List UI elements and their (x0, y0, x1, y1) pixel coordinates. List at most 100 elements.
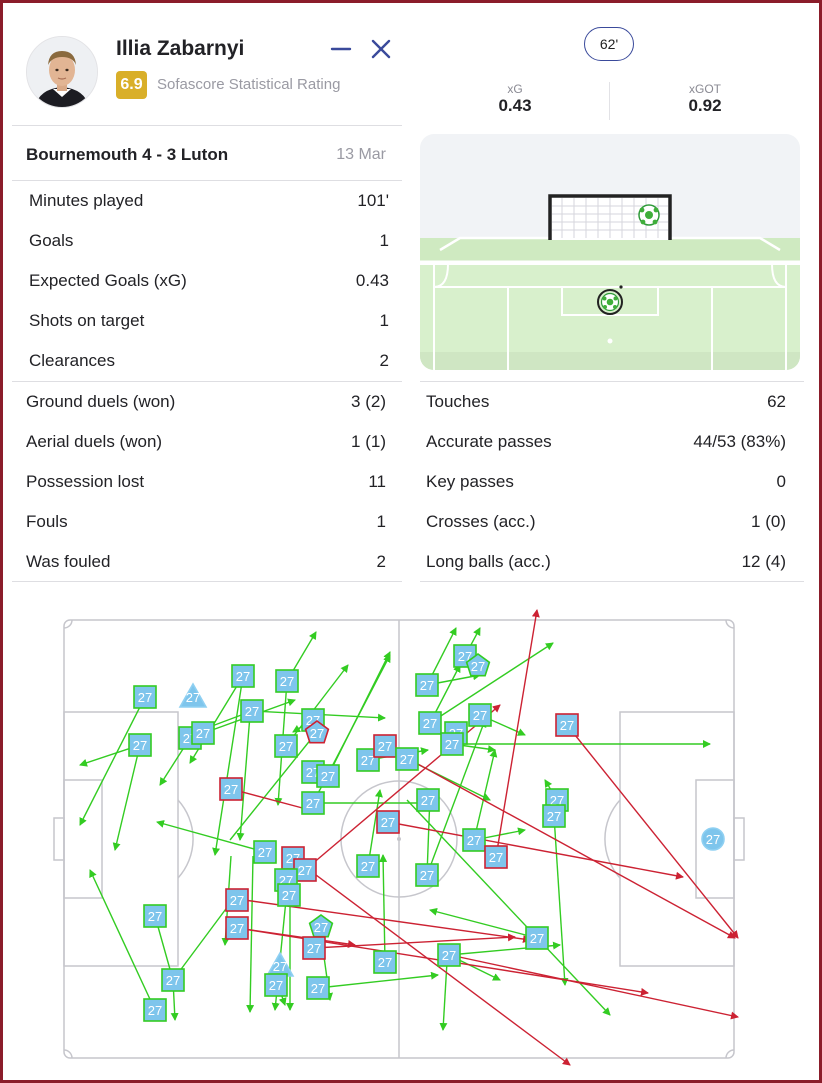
player-action-marker[interactable]: 27 (161, 968, 185, 992)
marker-number: 27 (420, 868, 434, 883)
unsuccessful-pass-arrow (313, 933, 516, 949)
divider (12, 581, 402, 582)
shot-minute-badge[interactable]: 62' (584, 27, 634, 61)
rating-label: Sofascore Statistical Rating (157, 76, 341, 93)
successful-pass-arrow (317, 971, 439, 989)
player-action-marker[interactable]: 27 (308, 914, 334, 938)
player-action-marker[interactable]: 27 (225, 916, 249, 940)
stat-label: Accurate passes (426, 432, 552, 451)
marker-number: 27 (148, 1003, 162, 1018)
rating-badge: 6.9 (116, 71, 147, 99)
successful-pass-arrow (473, 749, 498, 841)
marker-number: 27 (361, 753, 375, 768)
stat-row: Fouls 1 (26, 512, 386, 536)
player-action-marker[interactable]: 27 (373, 950, 397, 974)
player-action-marker[interactable]: 27 (301, 791, 325, 815)
stat-row: Ground duels (won) 3 (2) (26, 392, 386, 416)
player-action-marker[interactable]: 27 (542, 804, 566, 828)
player-action-marker[interactable]: 27 (316, 764, 340, 788)
stat-label: Expected Goals (xG) (29, 271, 187, 290)
player-action-marker[interactable]: 27 (265, 951, 295, 977)
stat-value: 12 (4) (741, 552, 786, 571)
stat-label: Was fouled (26, 552, 111, 571)
marker-number: 27 (282, 888, 296, 903)
player-action-marker[interactable]: 27 (701, 827, 725, 851)
marker-number: 27 (133, 738, 147, 753)
player-action-marker[interactable]: 27 (416, 788, 440, 812)
marker-number: 27 (273, 959, 287, 974)
stat-row: Possession lost 11 (26, 472, 386, 496)
close-button[interactable] (368, 36, 394, 62)
player-action-marker[interactable]: 27 (395, 747, 419, 771)
player-action-marker[interactable]: 27 (415, 673, 439, 697)
marker-number: 27 (298, 863, 312, 878)
marker-number: 27 (311, 981, 325, 996)
stat-value: 0.43 (355, 271, 389, 290)
divider (420, 581, 804, 582)
marker-number: 27 (138, 690, 152, 705)
player-action-marker[interactable]: 27 (191, 721, 215, 745)
marker-number: 27 (547, 809, 561, 824)
player-action-marker[interactable]: 27 (128, 733, 152, 757)
stat-row: Touches 62 (426, 392, 786, 416)
player-action-marker[interactable]: 27 (302, 936, 326, 960)
ball-in-goal-icon (638, 204, 660, 226)
marker-number: 27 (310, 726, 324, 741)
stat-value: 62 (767, 392, 786, 411)
stat-label: Ground duels (won) (26, 392, 176, 411)
player-action-marker[interactable]: 27 (306, 976, 330, 1000)
player-action-marker[interactable]: 27 (277, 883, 301, 907)
player-action-marker[interactable]: 27 (275, 669, 299, 693)
stat-value: 2 (379, 351, 389, 370)
stat-row: Long balls (acc.) 12 (4) (426, 552, 786, 576)
stat-label: Key passes (426, 472, 514, 491)
player-action-marker[interactable]: 27 (440, 732, 464, 756)
player-action-marker[interactable]: 27 (133, 685, 157, 709)
player-action-marker[interactable]: 27 (178, 682, 208, 708)
player-action-marker[interactable]: 27 (143, 998, 167, 1022)
marker-number: 27 (314, 920, 328, 935)
player-action-marker[interactable]: 27 (356, 854, 380, 878)
marker-number: 27 (166, 973, 180, 988)
player-action-marker[interactable]: 27 (274, 734, 298, 758)
stat-row: Key passes 0 (426, 472, 786, 496)
stat-label: Shots on target (29, 311, 145, 330)
player-action-marker[interactable]: 27 (240, 699, 264, 723)
pass-map: 27 27 27 27 27 27 27 27 27 27 27 27 27 27 27 27 27 27 27 27… (40, 600, 782, 1070)
marker-number: 27 (269, 978, 283, 993)
player-action-marker[interactable]: 27 (231, 664, 255, 688)
match-title[interactable]: Bournemouth 4 - 3 Luton (26, 145, 228, 165)
stat-value: 1 (0) (751, 512, 786, 531)
xgot-label: xGOT (689, 82, 721, 96)
player-action-marker[interactable]: 27 (225, 888, 249, 912)
marker-number: 27 (445, 737, 459, 752)
player-action-marker[interactable]: 27 (143, 904, 167, 928)
player-action-marker[interactable]: 27 (376, 810, 400, 834)
successful-pass-arrow (89, 869, 156, 1011)
marker-number: 27 (473, 708, 487, 723)
divider (12, 381, 402, 382)
player-action-marker[interactable]: 27 (437, 943, 461, 967)
player-action-marker[interactable]: 27 (418, 711, 442, 735)
player-action-marker[interactable]: 27 (484, 845, 508, 869)
player-action-marker[interactable]: 27 (525, 926, 549, 950)
stat-label: Crosses (acc.) (426, 512, 536, 531)
player-action-marker[interactable]: 27 (264, 973, 288, 997)
player-action-marker[interactable]: 27 (555, 713, 579, 737)
marker-number: 27 (307, 941, 321, 956)
xg-value: 0.43 (498, 96, 532, 115)
player-action-marker[interactable]: 27 (462, 828, 486, 852)
xgot-value: 0.92 (688, 96, 722, 115)
stat-label: Goals (29, 231, 74, 250)
player-action-marker[interactable]: 27 (468, 703, 492, 727)
player-action-marker[interactable]: 27 (415, 863, 439, 887)
marker-number: 27 (467, 833, 481, 848)
stat-row: Expected Goals (xG) 0.43 (29, 271, 389, 295)
player-action-marker[interactable]: 27 (253, 840, 277, 864)
stat-value: 3 (2) (351, 392, 386, 411)
minimize-button[interactable] (328, 36, 354, 62)
player-action-marker[interactable]: 27 (373, 734, 397, 758)
stat-value: 1 (1) (351, 432, 386, 451)
player-name: Illia Zabarnyi (116, 37, 245, 60)
player-action-marker[interactable]: 27 (219, 777, 243, 801)
